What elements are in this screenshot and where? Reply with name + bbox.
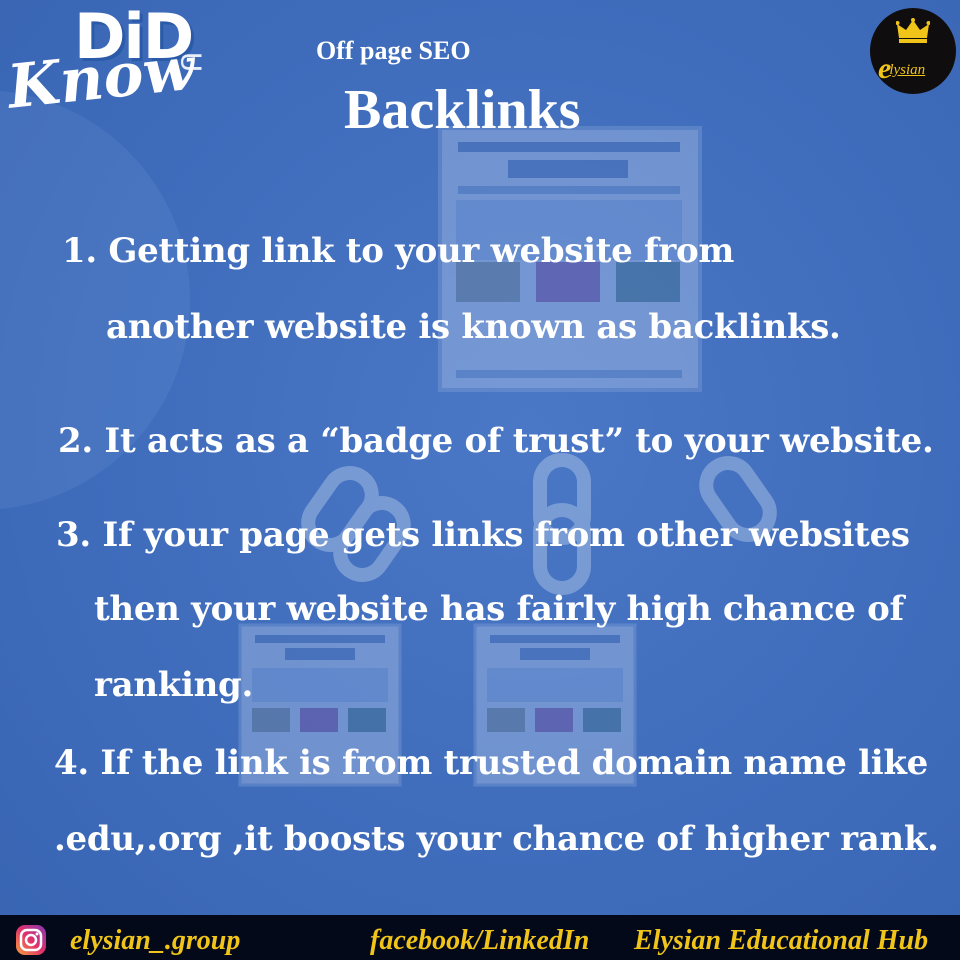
point-4-line-2: .edu,.org ,it boosts your chance of high…: [54, 819, 939, 859]
point-4-line-1: 4. If the link is from trusted domain na…: [54, 743, 928, 783]
point-3-line-2: then your website has fairly high chance…: [94, 589, 904, 629]
crown-icon: [896, 18, 930, 43]
seo-poster: DiD U Know Off page SEO Backlinks elysia…: [0, 0, 960, 960]
brand-wordmark: elysian: [878, 54, 927, 84]
topic-kicker: Off page SEO: [316, 36, 471, 65]
instagram-handle[interactable]: elysian_.group: [70, 927, 240, 955]
social-links-text[interactable]: facebook/LinkedIn: [370, 927, 589, 955]
organization-name: Elysian Educational Hub: [634, 925, 929, 956]
point-1-line-2: another website is known as backlinks.: [106, 307, 841, 347]
point-3-line-1: 3. If your page gets links from other we…: [56, 515, 910, 555]
instagram-icon: [16, 925, 46, 955]
footer-bar: elysian_.group facebook/LinkedIn Elysian…: [0, 915, 960, 960]
elysian-brand-badge: elysian: [870, 8, 956, 94]
point-2-line-1: 2. It acts as a “badge of trust” to your…: [58, 421, 934, 461]
page-title: Backlinks: [344, 79, 581, 141]
logo-know-text: Know: [4, 33, 199, 123]
point-1-line-1: 1. Getting link to your website from: [62, 231, 735, 271]
point-3-line-3: ranking.: [94, 665, 254, 705]
brand-name: lysian: [889, 62, 926, 78]
did-you-know-logo: DiD U Know: [4, 4, 214, 134]
